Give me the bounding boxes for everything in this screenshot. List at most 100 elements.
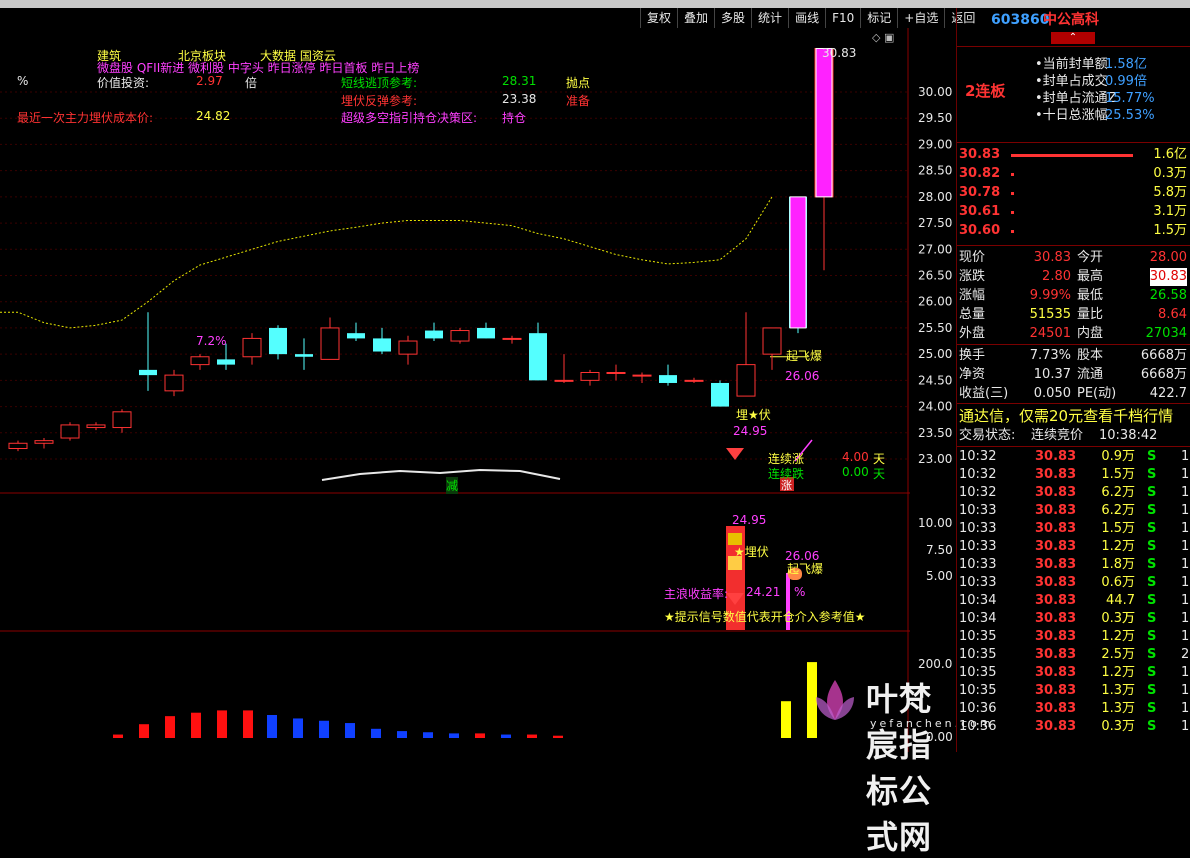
quote-value: 9.99% (1029, 288, 1071, 303)
candle-body (86, 424, 106, 429)
window-title-bar (0, 0, 1190, 8)
quote-value: 0.050 (1033, 386, 1071, 401)
cost-value: 24.82 (196, 109, 231, 123)
tick-count: 1 (1181, 683, 1190, 698)
tick-row: 10:35 30.83 2.5万 S 2 (957, 646, 1190, 664)
volume-bar (293, 718, 303, 738)
toolbar-btn-7[interactable]: +自选 (897, 8, 944, 28)
candle-body (502, 337, 522, 340)
sub2-axis-200: 200.0 (918, 657, 953, 671)
price-tick-label: 27.00 (918, 242, 952, 256)
watermark-logo-icon (808, 675, 862, 725)
tick-side: S (1147, 665, 1157, 680)
qifei-label: 起飞爆 (786, 349, 823, 363)
seal-row: •当前封单额 1.58亿 (957, 56, 1190, 74)
hint-text: ★提示信号数值代表开仓介入参考值★ (664, 610, 866, 624)
candle-body (529, 333, 547, 381)
main-label: 主浪收益率: (664, 587, 729, 601)
tick-time: 10:33 (959, 575, 997, 590)
tick-vol: 0.3万 (1101, 719, 1135, 734)
main-pct: % (794, 585, 806, 599)
quote-value-2: 422.7 (1149, 386, 1187, 401)
tick-vol: 6.2万 (1101, 503, 1135, 518)
chart-toolbar: 复权 叠加 多股 统计 画线 F10 标记 +自选 返回 (640, 8, 981, 28)
volume-bar (553, 735, 563, 738)
tick-row: 10:33 30.83 1.2万 S 1 (957, 538, 1190, 556)
sub1-maifu: ★埋伏 (734, 545, 769, 559)
price-tick-label: 24.50 (918, 373, 952, 387)
quote-label: 涨跌 (959, 269, 986, 284)
trade-status-row: 交易状态: 连续竞价 10:38:42 (957, 427, 1190, 445)
collapse-icon[interactable]: ◇ ▣ (872, 31, 894, 44)
toolbar-btn-2[interactable]: 多股 (714, 8, 751, 28)
tick-side: S (1147, 629, 1157, 644)
volume-bar (397, 731, 407, 738)
quote-label-2: 内盘 (1077, 326, 1104, 341)
tick-time: 10:32 (959, 467, 997, 482)
rebound-label: 埋伏反弹参考: (341, 94, 418, 108)
quote-label: 总量 (959, 307, 986, 322)
tick-row: 10:36 30.83 1.3万 S 1 (957, 700, 1190, 718)
tick-price: 30.83 (1035, 701, 1077, 716)
candle-body (425, 330, 443, 339)
candle-body (217, 359, 235, 365)
quote-row: 涨幅 9.99% 最低 26.58 (957, 287, 1190, 305)
tick-row: 10:33 30.83 6.2万 S 1 (957, 502, 1190, 520)
upgrade-ad[interactable]: 通达信，仅需20元查看千档行情 (959, 406, 1190, 426)
toolbar-btn-4[interactable]: 画线 (788, 8, 825, 28)
tick-time: 10:33 (959, 539, 997, 554)
chart-area[interactable]: 30.00 29.50 29.00 28.50 28.00 27.50 27.00 26.50… (0, 28, 991, 856)
rebound-value: 23.38 (502, 92, 537, 106)
tick-count: 1 (1181, 449, 1190, 464)
candle-body (580, 371, 600, 381)
bid-row[interactable]: 30.78 5.8万 (957, 184, 1190, 202)
quote-value: 7.73% (1029, 348, 1071, 363)
candle-body (34, 440, 54, 444)
seal-row: •封单占成交 0.99倍 (957, 73, 1190, 91)
toolbar-btn-5[interactable]: F10 (825, 8, 860, 28)
bid-row[interactable]: 30.60 1.5万 (957, 222, 1190, 240)
volume-bar (345, 723, 355, 738)
tick-time: 10:33 (959, 521, 997, 536)
bid-price: 30.82 (959, 166, 1001, 181)
stock-title[interactable]: 603860 中公高科 (957, 10, 1190, 30)
quote-value: 2.80 (1042, 269, 1071, 284)
quote-value: 30.83 (1033, 250, 1071, 265)
tick-vol: 0.9万 (1101, 449, 1135, 464)
tick-vol: 0.6万 (1101, 575, 1135, 590)
volume-bar (243, 710, 253, 738)
short-label: 短线逃顶参考: (341, 76, 418, 90)
tick-price: 30.83 (1035, 539, 1077, 554)
toolbar-btn-1[interactable]: 叠加 (677, 8, 714, 28)
bid-row[interactable]: 30.82 0.3万 (957, 165, 1190, 183)
volume-bar (191, 712, 201, 738)
bid-price: 30.83 (959, 147, 1001, 162)
price-tick-label: 30.00 (918, 85, 952, 99)
sub1-v1: 24.95 (732, 513, 767, 527)
sub1-axis-10: 10.00 (918, 516, 953, 530)
candle-body (347, 333, 365, 339)
bid-bar (1011, 173, 1014, 176)
overlay-curve (321, 468, 561, 481)
candle-body (242, 337, 262, 358)
bid-row[interactable]: 30.61 3.1万 (957, 203, 1190, 221)
price-tick-label: 25.50 (918, 321, 952, 335)
toolbar-btn-3[interactable]: 统计 (751, 8, 788, 28)
volume-bar (781, 701, 791, 738)
tick-price: 30.83 (1035, 611, 1077, 626)
toolbar-btn-6[interactable]: 标记 (860, 8, 897, 28)
trade-status: 连续竞价 (1031, 428, 1084, 443)
price-tick-label: 28.00 (918, 190, 952, 204)
volume-bar (267, 715, 277, 738)
maifu-value: 24.95 (733, 424, 768, 438)
quote-label: 现价 (959, 250, 986, 265)
tick-side: S (1147, 503, 1157, 518)
toolbar-btn-0[interactable]: 复权 (640, 8, 677, 28)
tick-count: 1 (1181, 521, 1190, 536)
kline-chart[interactable]: 30.00 29.50 29.00 28.50 28.00 27.50 27.00 26.50… (0, 28, 955, 752)
bid-row[interactable]: 30.83 1.6亿 (957, 146, 1190, 164)
candle-body (373, 338, 391, 352)
collapse-arrow-icon[interactable]: ⌃ (1051, 32, 1095, 44)
candle-body (164, 374, 184, 392)
tick-count: 1 (1181, 575, 1190, 590)
